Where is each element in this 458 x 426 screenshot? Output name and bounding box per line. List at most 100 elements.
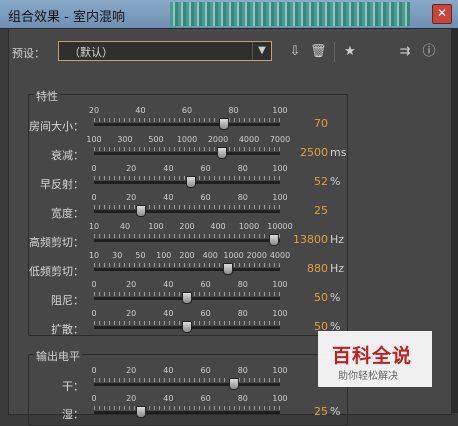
scale-tick-label: 60 [200, 193, 211, 202]
scale-tick-label: 40 [119, 222, 131, 231]
scale-tick-label: 80 [237, 164, 248, 173]
characteristics-slider-thumb[interactable] [135, 205, 146, 217]
characteristics-slider-thumb[interactable] [182, 292, 192, 304]
scale-tick-label: 20 [126, 394, 137, 403]
characteristics-ticks [94, 263, 280, 267]
characteristics-value-field[interactable]: 50 [286, 291, 328, 304]
scale-tick-label: 100 [272, 164, 288, 173]
characteristics-value-field[interactable]: 25 [286, 204, 328, 217]
characteristics-slider-thumb[interactable] [269, 234, 280, 246]
characteristics-row-label: 高频剪切： [29, 236, 84, 249]
scale-tick-label: 200 [179, 222, 195, 231]
preset-value: （默认） [69, 46, 113, 59]
characteristics-value-field[interactable]: 52 [286, 175, 328, 188]
characteristics-title: 特性 [34, 88, 60, 104]
scale-tick-label: 80 [237, 309, 248, 318]
watermark-slogan: 助你轻松解决 [338, 371, 398, 382]
output-slider-thumb[interactable] [135, 406, 146, 418]
scale-tick-label: 100 [156, 251, 172, 260]
characteristics-row-label: 扩散： [51, 323, 84, 336]
scale-tick-label: 400 [202, 251, 218, 260]
preset-label: 预设： [12, 47, 45, 60]
delete-preset-icon[interactable]: 🗑 [310, 44, 327, 60]
output-slider-track[interactable] [94, 383, 280, 386]
scale-tick-label: 40 [163, 394, 174, 403]
scale-tick-label: 80 [237, 193, 248, 202]
scale-tick-label: 1000 [223, 251, 244, 260]
watermark: 百科全说 助你轻松解决 [318, 331, 432, 387]
toolbar-divider [334, 42, 335, 62]
characteristics-value-field[interactable]: 880 [286, 262, 328, 275]
save-preset-icon[interactable]: ⇩ [287, 44, 303, 60]
scrollbar[interactable] [452, 28, 458, 413]
characteristics-row-label: 衰减： [51, 149, 84, 162]
scale-tick-label: 100 [272, 366, 288, 375]
scale-tick-label: 2000 [207, 135, 229, 144]
scale-tick-label: 0 [91, 280, 97, 289]
preset-dropdown[interactable]: （默认） ▼ [58, 41, 272, 61]
favorite-star-icon[interactable]: ★ [342, 44, 358, 60]
scale-tick-label: 60 [200, 394, 211, 403]
chevron-down-icon[interactable]: ▼ [252, 42, 271, 60]
scale-tick-label: 1000 [238, 222, 260, 231]
watermark-logo: 百科全说 [332, 345, 413, 367]
characteristics-ticks [94, 118, 280, 122]
characteristics-row-label: 阻尼： [51, 294, 84, 307]
scale-tick-label: 4000 [238, 135, 260, 144]
scale-tick-label: 80 [237, 366, 248, 375]
output-slider-thumb[interactable] [228, 378, 239, 390]
scale-tick-label: 80 [228, 106, 239, 115]
characteristics-row-label: 早反射： [40, 178, 84, 191]
output-level-title: 输出电平 [34, 348, 82, 364]
characteristics-value-field[interactable]: 70 [286, 117, 328, 130]
scale-tick-label: 1000 [176, 135, 198, 144]
characteristics-slider-thumb[interactable] [222, 263, 233, 275]
scale-tick-label: 100 [148, 222, 164, 231]
scale-tick-label: 100 [272, 193, 288, 202]
scale-tick-label: 10000 [267, 222, 293, 231]
scale-tick-label: 30 [112, 251, 123, 260]
characteristics-slider-track[interactable] [94, 210, 280, 213]
scale-tick-label: 40 [163, 366, 174, 375]
characteristics-unit: ms [330, 146, 347, 159]
scale-tick-label: 20 [126, 164, 137, 173]
characteristics-value-field[interactable]: 13800 [286, 233, 328, 246]
output-row-label: 湿： [62, 408, 84, 421]
characteristics-ticks [94, 205, 280, 209]
characteristics-unit: % [330, 175, 341, 188]
scale-tick-label: 40 [163, 164, 174, 173]
characteristics-slider-thumb[interactable] [217, 147, 228, 159]
characteristics-unit: Hz [330, 233, 345, 246]
output-ticks [94, 406, 280, 410]
scale-tick-label: 0 [91, 193, 97, 202]
characteristics-ticks [94, 147, 280, 151]
scale-tick-label: 100 [272, 280, 288, 289]
characteristics-slider-track[interactable] [94, 239, 280, 242]
output-value-field[interactable]: 25 [286, 405, 328, 418]
scale-tick-label: 20 [88, 106, 100, 115]
scale-tick-label: 60 [200, 280, 211, 289]
scale-tick-label: 40 [163, 280, 174, 289]
close-button[interactable]: ✕ [432, 4, 452, 24]
characteristics-slider-track[interactable] [94, 123, 280, 126]
characteristics-unit: % [330, 291, 341, 304]
scale-tick-label: 100 [272, 309, 288, 318]
scale-tick-label: 20 [126, 366, 137, 375]
title-bar: 组合效果 - 室内混响 ✕ [0, 0, 458, 29]
characteristics-slider-track[interactable] [94, 152, 280, 155]
characteristics-slider-track[interactable] [94, 268, 280, 271]
characteristics-row-label: 房间大小： [29, 120, 84, 133]
scale-tick-label: 0 [91, 164, 97, 173]
characteristics-value-field[interactable]: 2500 [286, 146, 328, 159]
scale-tick-label: 10 [88, 251, 100, 260]
scale-tick-label: 40 [135, 106, 146, 115]
scale-tick-label: 20 [126, 309, 137, 318]
scale-tick-label: 100 [272, 394, 288, 403]
characteristics-slider-thumb[interactable] [219, 118, 230, 130]
info-icon[interactable]: ⓘ [421, 44, 437, 60]
scale-tick-label: 60 [200, 366, 211, 375]
scale-tick-label: 60 [200, 164, 211, 173]
characteristics-slider-thumb[interactable] [182, 321, 192, 333]
characteristics-slider-thumb[interactable] [185, 176, 196, 188]
routing-icon[interactable]: ⇉ [397, 44, 413, 60]
